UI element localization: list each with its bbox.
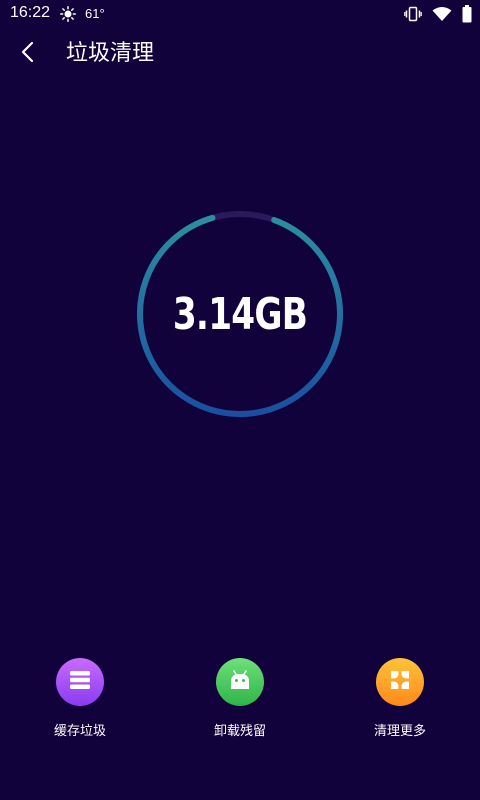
junk-size-value: 3.14GB [172,288,308,340]
android-icon [229,670,251,694]
status-temperature: 61° [85,6,105,21]
grid-icon [389,669,411,695]
cache-junk-button[interactable]: 缓存垃圾 [30,658,130,748]
app-bar: 垃圾清理 [0,28,480,80]
screen: 16:22 61° 垃圾清理 3.14GB 缓存垃圾 卸载残留 清理更多 [0,0,480,800]
status-bar: 16:22 61° [0,0,480,28]
uninstall-residue-icon-circle [216,658,264,706]
action-bar: 缓存垃圾 卸载残留 清理更多 [0,658,480,748]
vibrate-icon [404,6,422,22]
status-icons [404,5,472,23]
battery-icon [462,5,472,23]
status-time: 16:22 [10,4,51,21]
cache-junk-icon-circle [56,658,104,706]
clean-more-label: 清理更多 [373,724,426,739]
clean-more-icon-circle [376,658,424,706]
chevron-left-icon [20,41,36,67]
page-title: 垃圾清理 [66,41,155,66]
cache-junk-label: 缓存垃圾 [53,724,106,739]
junk-size-gauge: 3.14GB [134,208,346,420]
uninstall-residue-label: 卸载残留 [213,724,266,739]
wifi-icon [432,6,452,22]
back-button[interactable] [12,38,44,70]
clean-more-button[interactable]: 清理更多 [350,658,450,748]
uninstall-residue-button[interactable]: 卸载残留 [190,658,290,748]
sun-icon [60,6,76,22]
list-icon [69,670,91,694]
